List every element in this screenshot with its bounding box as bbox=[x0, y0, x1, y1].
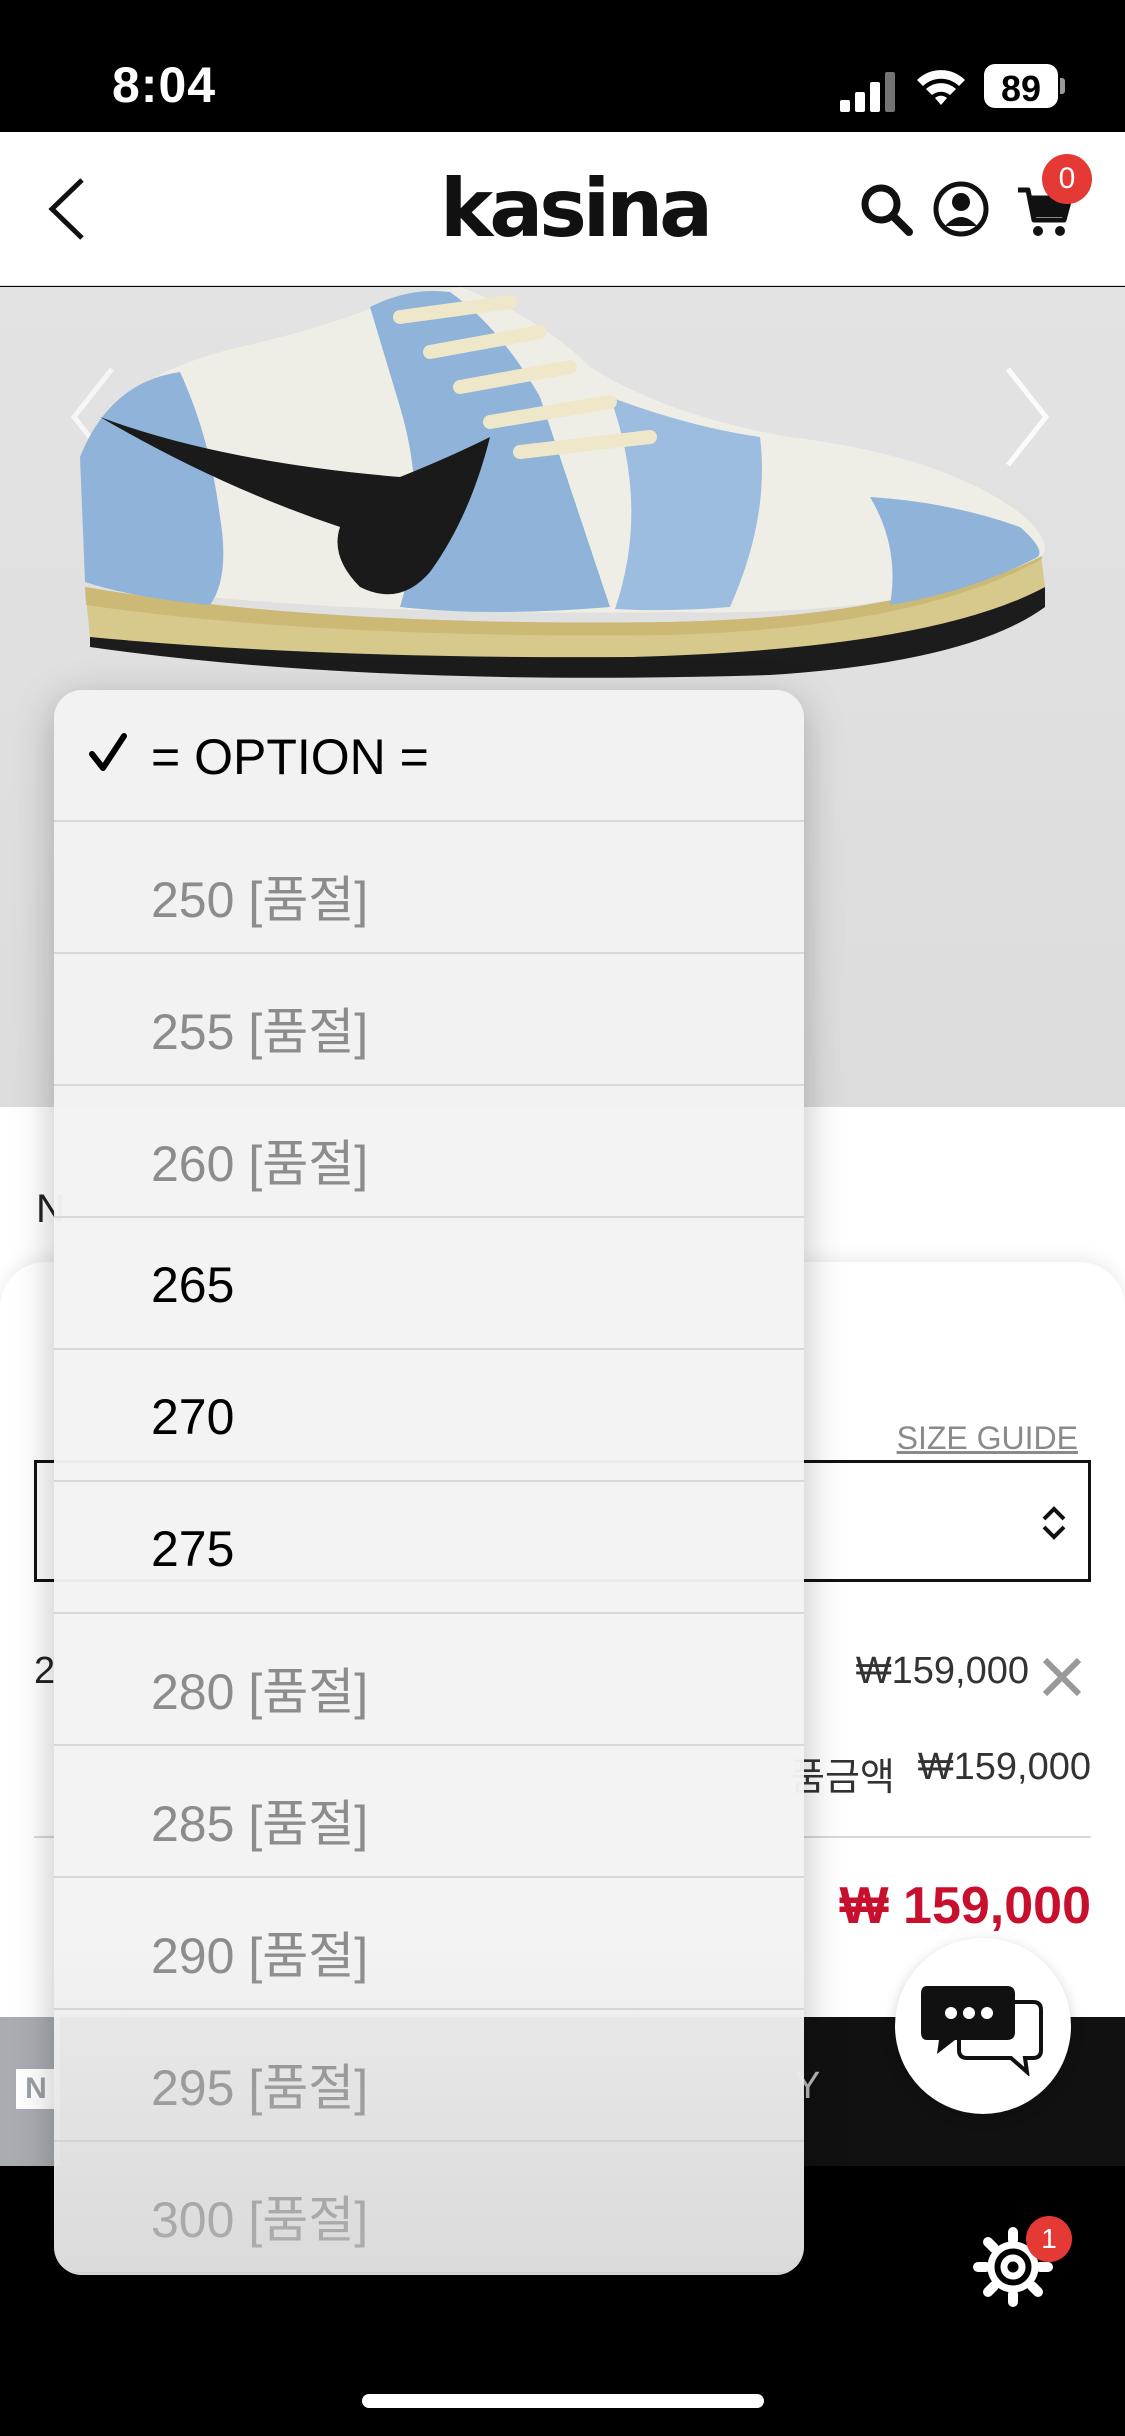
select-caret-icon bbox=[1042, 1506, 1066, 1540]
dropdown-option[interactable]: 255 [품절] bbox=[54, 954, 804, 1086]
strip-left-letter: N bbox=[16, 2069, 56, 2109]
dropdown-option-label: 270 bbox=[151, 1389, 235, 1445]
subtotal-label: 품금액 bbox=[790, 1757, 895, 1799]
cart-count-badge: 0 bbox=[1042, 154, 1092, 204]
dropdown-option[interactable]: 285 [품절] bbox=[54, 1746, 804, 1878]
dropdown-option-label: 300 [품절] bbox=[151, 2192, 369, 2248]
dropdown-option-label: 295 [품절] bbox=[151, 2060, 369, 2116]
sneaker-image bbox=[80, 287, 1045, 678]
dropdown-option[interactable]: 290 [품절] bbox=[54, 1878, 804, 2010]
battery-level: 89 bbox=[1000, 68, 1042, 109]
dropdown-option-label: 250 [품절] bbox=[151, 872, 369, 928]
dropdown-option[interactable]: 280 [품절] bbox=[54, 1614, 804, 1746]
size-guide-link[interactable]: SIZE GUIDE bbox=[897, 1420, 1078, 1457]
status-bar: 8:04 89 bbox=[0, 0, 1125, 132]
chat-button[interactable] bbox=[895, 1938, 1071, 2114]
dropdown-option-label: 285 [품절] bbox=[151, 1796, 369, 1852]
dropdown-option[interactable]: 260 [품절] bbox=[54, 1086, 804, 1218]
account-icon[interactable] bbox=[932, 180, 990, 238]
search-icon[interactable] bbox=[857, 180, 915, 238]
settings-badge: 1 bbox=[1026, 2216, 1072, 2262]
app-header: kasina 0 bbox=[0, 132, 1125, 286]
option-price: ₩159,000 bbox=[855, 1650, 1029, 1692]
dropdown-option[interactable]: 275 bbox=[54, 1482, 804, 1614]
dropdown-option-label: 275 bbox=[151, 1521, 235, 1577]
wifi-icon bbox=[917, 70, 965, 105]
status-time: 8:04 bbox=[112, 57, 217, 113]
dropdown-option-label: 265 bbox=[151, 1257, 235, 1313]
dropdown-option-label: 290 [품절] bbox=[151, 1928, 369, 1984]
home-indicator[interactable] bbox=[362, 2394, 764, 2408]
selected-option-label: 2 bbox=[34, 1650, 56, 1692]
back-icon[interactable] bbox=[40, 172, 100, 246]
dropdown-option[interactable]: 250 [품절] bbox=[54, 822, 804, 954]
dropdown-option-label: 260 [품절] bbox=[151, 1136, 369, 1192]
dropdown-option[interactable]: 300 [품절] bbox=[54, 2142, 804, 2274]
strip-left-panel: N bbox=[0, 2017, 60, 2166]
remove-option-icon[interactable] bbox=[1041, 1656, 1083, 1698]
dropdown-option-label: 255 [품절] bbox=[151, 1004, 369, 1060]
total-price: ₩ 159,000 bbox=[839, 1877, 1092, 1935]
option-dropdown-menu: = OPTION = 250 [품절] 255 [품절] 260 [품절] 265 270… bbox=[54, 690, 804, 2275]
dropdown-option-label: 280 [품절] bbox=[151, 1664, 369, 1720]
subtotal-price: ₩159,000 bbox=[917, 1746, 1091, 1788]
chat-icon bbox=[921, 1986, 1043, 2076]
dropdown-option[interactable]: 265 bbox=[54, 1218, 804, 1350]
checkmark-icon bbox=[89, 733, 127, 771]
brand-logo[interactable]: kasina bbox=[440, 162, 713, 255]
battery-icon: 89 bbox=[984, 64, 1065, 109]
carousel-next-icon[interactable] bbox=[990, 357, 1060, 477]
dropdown-option-label: = OPTION = bbox=[151, 729, 429, 785]
dropdown-option[interactable]: = OPTION = bbox=[54, 690, 804, 822]
dropdown-option[interactable]: 270 bbox=[54, 1350, 804, 1482]
cellular-signal-icon bbox=[840, 72, 895, 112]
dropdown-option[interactable]: 295 [품절] bbox=[54, 2010, 804, 2142]
